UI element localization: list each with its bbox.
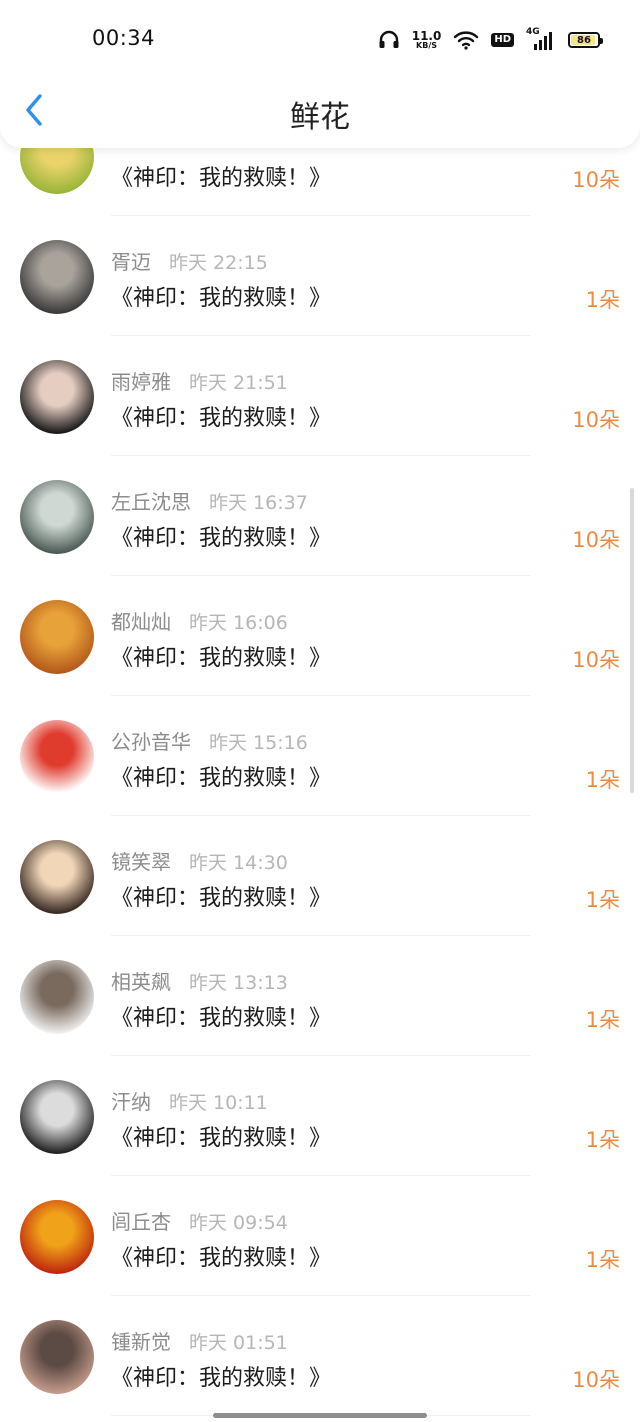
book-title: 《神印：我的救赎！》 <box>111 1126 332 1151</box>
book-title: 《神印：我的救赎！》 <box>111 286 332 311</box>
page-title: 鲜花 <box>290 100 350 135</box>
network-speed: 11.0 KB/S <box>412 30 442 50</box>
list-item[interactable]: 雨婷雅 昨天 21:51 《神印：我的救赎！》 10朵 <box>0 336 640 456</box>
battery-level: 86 <box>577 34 591 46</box>
flower-count: 1朵 <box>585 888 620 912</box>
list-item[interactable]: 胥迈 昨天 22:15 《神印：我的救赎！》 1朵 <box>0 216 640 336</box>
sender-name: 汗纳 <box>111 1090 151 1114</box>
sender-line: 公孙音华 昨天 15:16 <box>111 726 308 755</box>
avatar[interactable] <box>20 1200 94 1274</box>
timestamp: 昨天 01:51 <box>189 1332 288 1354</box>
cellular-signal: 4G <box>526 27 556 51</box>
status-icons: 11.0 KB/S HD 4G 86 <box>378 26 603 54</box>
timestamp: 昨天 09:54 <box>189 1212 288 1234</box>
avatar[interactable] <box>20 360 94 434</box>
list-item[interactable]: 都灿灿 昨天 16:06 《神印：我的救赎！》 10朵 <box>0 576 640 696</box>
list-item[interactable]: 汗纳 昨天 10:11 《神印：我的救赎！》 1朵 <box>0 1056 640 1176</box>
flower-count: 1朵 <box>585 1008 620 1032</box>
flower-count: 10朵 <box>572 1368 620 1392</box>
sender-name: 左丘沈思 <box>111 490 191 514</box>
avatar[interactable] <box>20 960 94 1034</box>
sender-name: 公孙音华 <box>111 730 191 754</box>
title-bar: 鲜花 <box>0 70 640 148</box>
timestamp: 昨天 22:15 <box>169 252 268 274</box>
home-indicator[interactable] <box>213 1413 427 1418</box>
sender-line: 汗纳 昨天 10:11 <box>111 1086 268 1115</box>
sender-line: 闾丘杏 昨天 09:54 <box>111 1206 288 1235</box>
sender-name: 镜笑翠 <box>111 850 171 874</box>
flower-count: 10朵 <box>572 408 620 432</box>
list-item[interactable]: 锺新觉 昨天 01:51 《神印：我的救赎！》 10朵 <box>0 1296 640 1416</box>
list-item[interactable]: 闾丘杏 昨天 09:54 《神印：我的救赎！》 1朵 <box>0 1176 640 1296</box>
flower-list-screen: 00:34 11.0 KB/S HD 4G 86 鲜花 《神印：我的救赎！》 1… <box>0 0 640 1422</box>
sender-line: 左丘沈思 昨天 16:37 <box>111 486 308 515</box>
timestamp: 昨天 10:11 <box>169 1092 268 1114</box>
hd-badge: HD <box>491 33 514 47</box>
headphones-icon <box>379 30 399 48</box>
wifi-icon <box>454 31 479 50</box>
timestamp: 昨天 15:16 <box>209 732 308 754</box>
avatar[interactable] <box>20 480 94 554</box>
sender-line: 都灿灿 昨天 16:06 <box>111 606 288 635</box>
avatar[interactable] <box>20 1080 94 1154</box>
flower-count: 1朵 <box>585 1248 620 1272</box>
flower-count: 1朵 <box>585 768 620 792</box>
signal-bars-icon <box>534 32 552 50</box>
sender-name: 闾丘杏 <box>111 1210 171 1234</box>
list-item[interactable]: 镜笑翠 昨天 14:30 《神印：我的救赎！》 1朵 <box>0 816 640 936</box>
avatar[interactable] <box>20 720 94 794</box>
sender-name: 胥迈 <box>111 250 151 274</box>
flower-count: 1朵 <box>585 288 620 312</box>
timestamp: 昨天 13:13 <box>189 972 288 994</box>
network-speed-unit: KB/S <box>416 41 438 50</box>
book-title: 《神印：我的救赎！》 <box>111 766 332 791</box>
flower-record-list: 《神印：我的救赎！》 10朵 胥迈 昨天 22:15 《神印：我的救赎！》 1朵 雨婷雅 昨天… <box>0 96 640 1416</box>
timestamp: 昨天 16:37 <box>209 492 308 514</box>
book-title: 《神印：我的救赎！》 <box>111 1366 332 1391</box>
timestamp: 昨天 16:06 <box>189 612 288 634</box>
battery-icon: 86 <box>568 32 603 48</box>
book-title: 《神印：我的救赎！》 <box>111 646 332 671</box>
scrollbar[interactable] <box>630 488 634 793</box>
sender-line: 雨婷雅 昨天 21:51 <box>111 366 288 395</box>
list-item[interactable]: 相英飙 昨天 13:13 《神印：我的救赎！》 1朵 <box>0 936 640 1056</box>
book-title: 《神印：我的救赎！》 <box>111 886 332 911</box>
sender-name: 都灿灿 <box>111 610 171 634</box>
sender-line: 胥迈 昨天 22:15 <box>111 246 268 275</box>
avatar[interactable] <box>20 240 94 314</box>
book-title: 《神印：我的救赎！》 <box>111 526 332 551</box>
avatar[interactable] <box>20 840 94 914</box>
timestamp: 昨天 21:51 <box>189 372 288 394</box>
book-title: 《神印：我的救赎！》 <box>111 1006 332 1031</box>
book-title: 《神印：我的救赎！》 <box>111 1246 332 1271</box>
status-bar: 00:34 11.0 KB/S HD 4G 86 <box>0 0 640 80</box>
sender-name: 雨婷雅 <box>111 370 171 394</box>
flower-count: 1朵 <box>585 1128 620 1152</box>
sender-line: 锺新觉 昨天 01:51 <box>111 1326 288 1355</box>
sender-name: 相英飙 <box>111 970 171 994</box>
book-title: 《神印：我的救赎！》 <box>111 406 332 431</box>
sender-line: 镜笑翠 昨天 14:30 <box>111 846 288 875</box>
flower-count: 10朵 <box>572 528 620 552</box>
timestamp: 昨天 14:30 <box>189 852 288 874</box>
avatar[interactable] <box>20 600 94 674</box>
list-item[interactable]: 左丘沈思 昨天 16:37 《神印：我的救赎！》 10朵 <box>0 456 640 576</box>
book-title: 《神印：我的救赎！》 <box>111 166 332 191</box>
flower-count: 10朵 <box>572 648 620 672</box>
sender-line: 相英飙 昨天 13:13 <box>111 966 288 995</box>
flower-count: 10朵 <box>572 168 620 192</box>
status-time: 00:34 <box>92 26 156 50</box>
list-item[interactable]: 公孙音华 昨天 15:16 《神印：我的救赎！》 1朵 <box>0 696 640 816</box>
avatar[interactable] <box>20 1320 94 1394</box>
sender-name: 锺新觉 <box>111 1330 171 1354</box>
